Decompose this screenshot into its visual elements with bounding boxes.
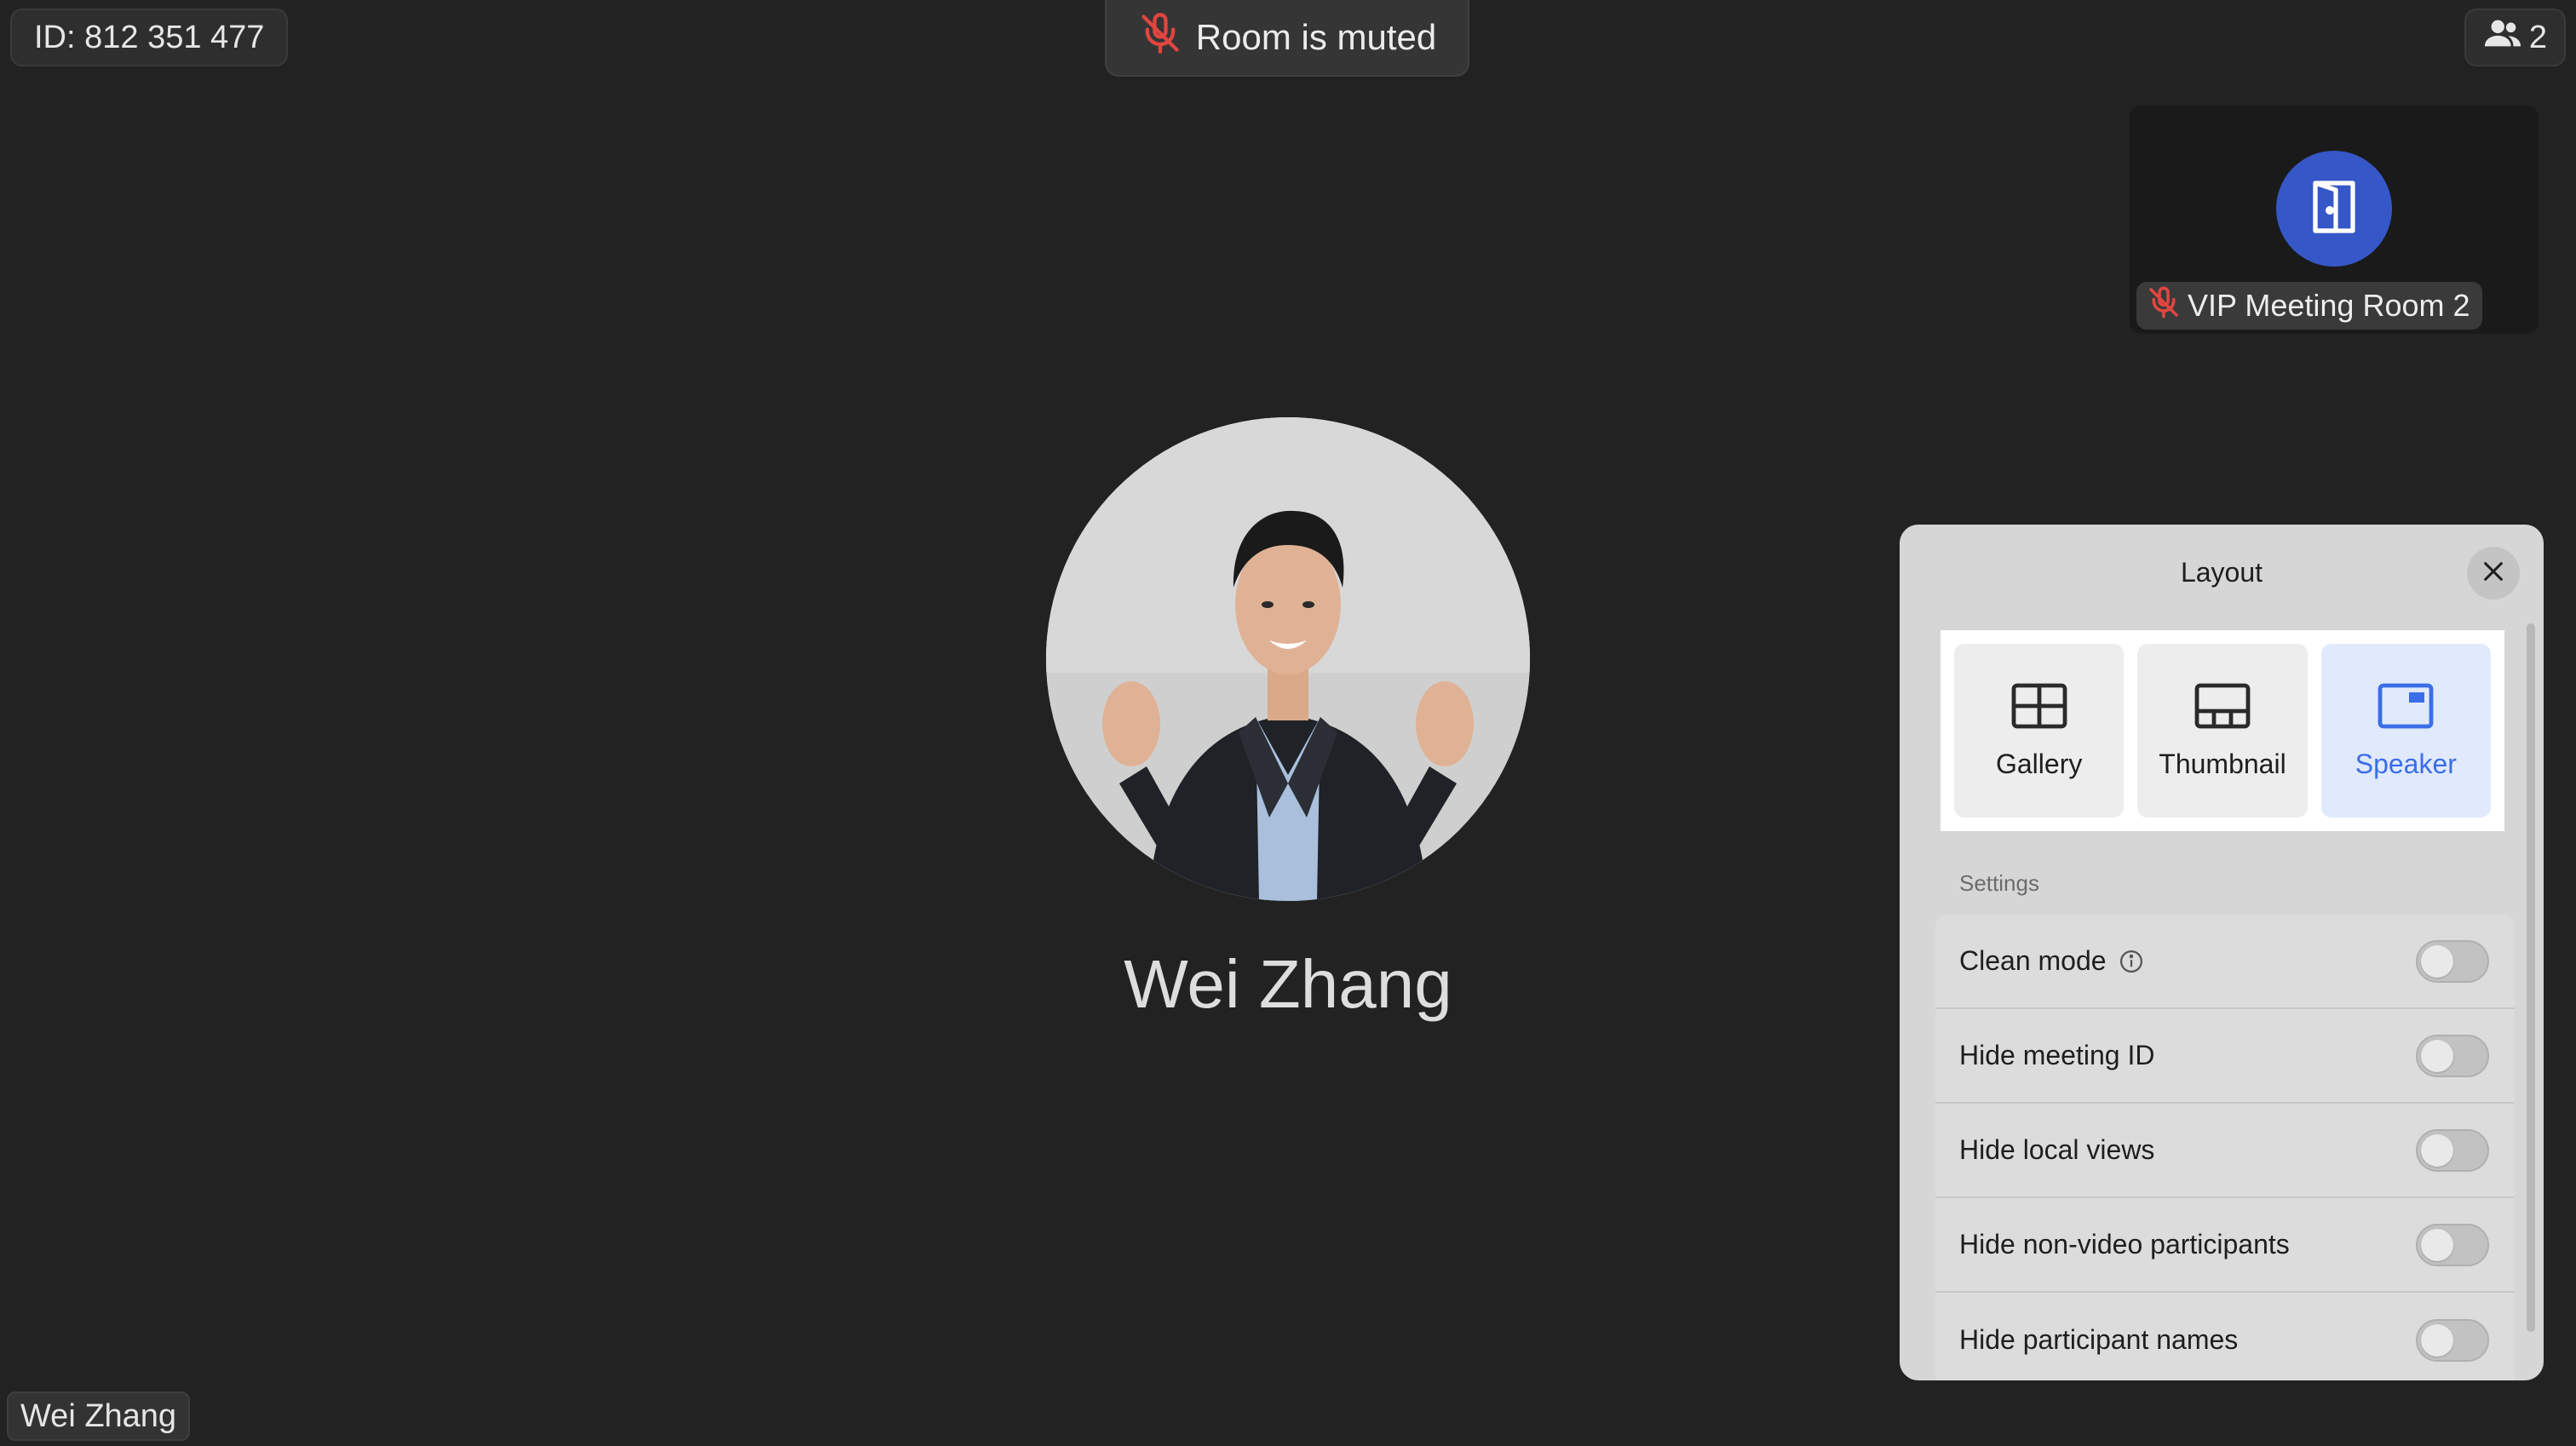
setting-label: Hide meeting ID bbox=[1959, 1040, 2155, 1070]
layout-option-speaker[interactable]: Speaker bbox=[2320, 644, 2491, 818]
participants-icon bbox=[2483, 14, 2522, 61]
toggle-knob bbox=[2421, 1039, 2453, 1072]
meeting-id-text: ID: 812 351 477 bbox=[34, 20, 265, 55]
setting-label: Hide local views bbox=[1959, 1134, 2155, 1165]
speaker-avatar-photo bbox=[1046, 417, 1530, 901]
hide-meeting-id-toggle[interactable] bbox=[2416, 1034, 2489, 1077]
setting-label: Hide participant names bbox=[1959, 1324, 2239, 1355]
layout-option-label: Gallery bbox=[1995, 748, 2083, 779]
room-name-text: VIP Meeting Room 2 bbox=[2188, 288, 2470, 323]
gallery-layout-icon bbox=[2010, 682, 2068, 737]
toggle-knob bbox=[2421, 1323, 2453, 1357]
panel-scrollbar[interactable] bbox=[2527, 623, 2535, 1332]
layout-panel: Layout Gallery Thumbnail Speaker Setting… bbox=[1900, 525, 2544, 1380]
meeting-stage: ID: 812 351 477 Room is muted 2 VIP Meet… bbox=[0, 0, 2576, 1446]
toggle-knob bbox=[2421, 1133, 2453, 1167]
participant-count: 2 bbox=[2528, 19, 2547, 55]
setting-hide-participant-names: Hide participant names bbox=[1935, 1293, 2515, 1380]
local-name-tag: Wei Zhang bbox=[7, 1391, 191, 1441]
room-muted-text: Room is muted bbox=[1195, 17, 1437, 57]
meeting-id-badge: ID: 812 351 477 bbox=[10, 9, 289, 66]
toggle-knob bbox=[2421, 1228, 2453, 1261]
layout-panel-title: Layout bbox=[2180, 557, 2263, 588]
local-name-text: Wei Zhang bbox=[20, 1397, 177, 1434]
layout-options: Gallery Thumbnail Speaker bbox=[1941, 630, 2504, 831]
microphone-muted-icon bbox=[1138, 11, 1182, 64]
participants-button[interactable]: 2 bbox=[2464, 9, 2566, 66]
layout-option-label: Speaker bbox=[2355, 748, 2457, 779]
layout-option-thumbnail[interactable]: Thumbnail bbox=[2137, 644, 2308, 818]
toggle-knob bbox=[2421, 944, 2453, 978]
setting-hide-meeting-id: Hide meeting ID bbox=[1935, 1009, 2515, 1104]
settings-heading: Settings bbox=[1959, 870, 2039, 896]
hide-non-video-participants-toggle[interactable] bbox=[2416, 1223, 2489, 1266]
setting-hide-non-video-participants: Hide non-video participants bbox=[1935, 1198, 2515, 1293]
microphone-muted-icon bbox=[2147, 285, 2181, 327]
close-icon bbox=[2481, 559, 2505, 588]
layout-option-gallery[interactable]: Gallery bbox=[1954, 644, 2125, 818]
setting-hide-local-views: Hide local views bbox=[1935, 1104, 2515, 1198]
speaker-layout-icon bbox=[2377, 682, 2435, 737]
room-thumbnail-tile[interactable]: VIP Meeting Room 2 bbox=[2130, 106, 2539, 334]
setting-label: Hide non-video participants bbox=[1959, 1229, 2290, 1260]
room-muted-banner: Room is muted bbox=[1105, 0, 1469, 77]
layout-option-label: Thumbnail bbox=[2159, 748, 2286, 779]
info-icon[interactable] bbox=[2119, 949, 2144, 974]
close-button[interactable] bbox=[2467, 547, 2520, 600]
door-icon bbox=[2309, 178, 2360, 240]
room-name-label: VIP Meeting Room 2 bbox=[2136, 282, 2482, 330]
hide-local-views-toggle[interactable] bbox=[2416, 1128, 2489, 1172]
settings-list: Clean mode Hide meeting ID Hide local vi… bbox=[1935, 915, 2515, 1380]
clean-mode-toggle[interactable] bbox=[2416, 939, 2489, 983]
speaker-name: Wei Zhang bbox=[1124, 946, 1452, 1022]
hide-participant-names-toggle[interactable] bbox=[2416, 1318, 2489, 1362]
setting-clean-mode: Clean mode bbox=[1935, 915, 2515, 1009]
setting-label: Clean mode bbox=[1959, 945, 2107, 976]
thumbnail-layout-icon bbox=[2194, 682, 2251, 737]
room-avatar bbox=[2276, 151, 2392, 267]
setting-label-group: Clean mode bbox=[1959, 945, 2144, 977]
